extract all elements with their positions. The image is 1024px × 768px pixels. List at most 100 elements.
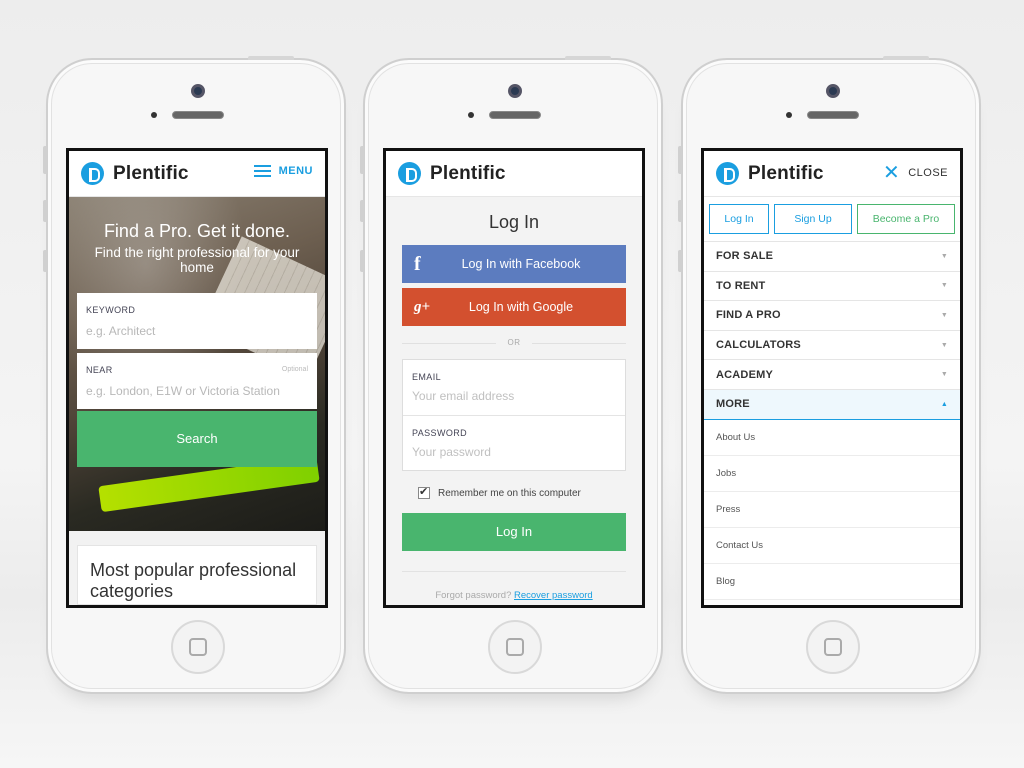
plentific-logo-icon[interactable]: [716, 162, 739, 185]
nav-item-label: MORE: [716, 398, 750, 411]
phone-menu: Plentific ✕ CLOSE Log In Sign Up Become …: [678, 56, 981, 694]
home-square-icon: [506, 638, 524, 656]
menu-button[interactable]: MENU: [253, 165, 313, 177]
near-field[interactable]: NEAR Optional e.g. London, E1W or Victor…: [77, 353, 317, 409]
home-button[interactable]: [171, 620, 225, 674]
keyword-field[interactable]: KEYWORD e.g. Architect: [77, 293, 317, 349]
sub-item-jobs[interactable]: Jobs: [704, 456, 960, 492]
signup-button[interactable]: Sign Up: [774, 204, 852, 234]
optional-label: Optional: [281, 366, 308, 373]
camera-icon: [191, 84, 205, 98]
email-field[interactable]: EMAIL Your email address: [403, 360, 625, 415]
nav-item-find-a-pro[interactable]: FIND A PRO ▼: [704, 301, 960, 331]
password-label: PASSWORD: [412, 428, 468, 438]
near-label: NEAR: [86, 365, 113, 375]
remember-checkbox[interactable]: [418, 485, 430, 499]
popular-categories-title: Most popular professional categories: [90, 560, 297, 601]
nav-item-for-sale[interactable]: FOR SALE ▼: [704, 242, 960, 272]
speaker: [172, 111, 224, 119]
screen-home: Plentific MENU Find a Pro. Get it done. …: [66, 148, 328, 608]
home-button[interactable]: [806, 620, 860, 674]
close-icon: ✕: [882, 162, 901, 184]
caret-down-icon: ▼: [940, 341, 948, 349]
nav-item-to-rent[interactable]: TO RENT ▼: [704, 272, 960, 302]
nav-item-label: CALCULATORS: [716, 339, 801, 352]
google-login-label: Log In with Google: [468, 300, 574, 314]
email-input[interactable]: Your email address: [412, 389, 616, 403]
login-body: Log In f Log In with Facebook g+ Log In …: [386, 197, 642, 605]
remember-label: Remember me on this computer: [438, 487, 581, 499]
power-button: [883, 56, 929, 60]
forgot-password-row: Forgot password? Recover password: [386, 590, 642, 601]
brand-name[interactable]: Plentific: [113, 163, 189, 185]
camera-icon: [826, 84, 840, 98]
mute-switch: [678, 146, 682, 174]
phone-home: Plentific MENU Find a Pro. Get it done. …: [43, 56, 346, 694]
email-label: EMAIL: [412, 372, 442, 382]
login-title: Log In: [488, 212, 540, 232]
hamburger-icon: [253, 165, 271, 177]
nav-item-calculators[interactable]: CALCULATORS ▼: [704, 331, 960, 361]
caret-up-icon: ▲: [940, 400, 948, 408]
caret-down-icon: ▼: [940, 252, 948, 260]
brand-name[interactable]: Plentific: [430, 163, 506, 185]
app-header: Plentific: [386, 151, 642, 197]
menu-login-button[interactable]: Log In: [709, 204, 769, 234]
nav-item-label: TO RENT: [716, 279, 766, 292]
nav-item-label: FIND A PRO: [716, 309, 781, 322]
home-button[interactable]: [488, 620, 542, 674]
caret-down-icon: ▼: [940, 282, 948, 290]
near-input[interactable]: e.g. London, E1W or Victoria Station: [86, 384, 308, 398]
nav-item-academy[interactable]: ACADEMY ▼: [704, 360, 960, 390]
brand-name[interactable]: Plentific: [748, 163, 824, 185]
speaker: [489, 111, 541, 119]
sub-item-press[interactable]: Press: [704, 492, 960, 528]
nav-item-label: FOR SALE: [716, 250, 774, 263]
google-plus-icon: g+: [414, 298, 431, 315]
power-button: [248, 56, 294, 60]
close-button[interactable]: ✕ CLOSE: [882, 162, 948, 184]
close-label: CLOSE: [908, 167, 948, 179]
password-input[interactable]: Your password: [412, 445, 616, 459]
mute-switch: [43, 146, 47, 174]
phone-login: Plentific Log In f Log In with Facebook …: [360, 56, 663, 694]
recover-password-link[interactable]: Recover password: [514, 590, 593, 601]
sub-item-contact-us[interactable]: Contact Us: [704, 528, 960, 564]
speaker: [807, 111, 859, 119]
hero-title: Find a Pro. Get it done.: [103, 221, 291, 241]
sub-nav-list: About Us Jobs Press Contact Us Blog: [704, 420, 960, 600]
keyword-label: KEYWORD: [86, 305, 136, 315]
google-login-button[interactable]: g+ Log In with Google: [402, 288, 626, 326]
search-button[interactable]: Search: [77, 411, 317, 467]
home-square-icon: [824, 638, 842, 656]
volume-up-button: [43, 200, 47, 222]
sensor: [468, 112, 474, 118]
facebook-icon: f: [414, 252, 421, 275]
auth-buttons: Log In Sign Up Become a Pro: [704, 197, 960, 242]
or-divider: OR: [402, 338, 627, 347]
keyword-input[interactable]: e.g. Architect: [86, 324, 308, 338]
become-pro-button[interactable]: Become a Pro: [857, 204, 955, 234]
password-field[interactable]: PASSWORD Your password: [403, 415, 625, 470]
sub-item-blog[interactable]: Blog: [704, 564, 960, 600]
menu-label: MENU: [278, 165, 313, 177]
facebook-login-label: Log In with Facebook: [461, 257, 581, 271]
sensor: [786, 112, 792, 118]
volume-down-button: [678, 250, 682, 272]
plentific-logo-icon[interactable]: [398, 162, 421, 185]
caret-down-icon: ▼: [940, 371, 948, 379]
caret-down-icon: ▼: [940, 311, 948, 319]
remember-me[interactable]: Remember me on this computer: [418, 485, 642, 499]
nav-item-label: ACADEMY: [716, 368, 774, 381]
nav-item-more[interactable]: MORE ▲: [704, 389, 960, 420]
app-header: Plentific ✕ CLOSE: [704, 151, 960, 197]
hero-subtitle: Find the right professional for your hom…: [94, 245, 300, 275]
volume-up-button: [678, 200, 682, 222]
login-button[interactable]: Log In: [402, 513, 626, 551]
popular-categories-card: Most popular professional categories: [77, 545, 317, 605]
sub-item-about-us[interactable]: About Us: [704, 420, 960, 456]
facebook-login-button[interactable]: f Log In with Facebook: [402, 245, 626, 283]
plentific-logo-icon[interactable]: [81, 162, 104, 185]
volume-down-button: [360, 250, 364, 272]
screen-login: Plentific Log In f Log In with Facebook …: [383, 148, 645, 608]
